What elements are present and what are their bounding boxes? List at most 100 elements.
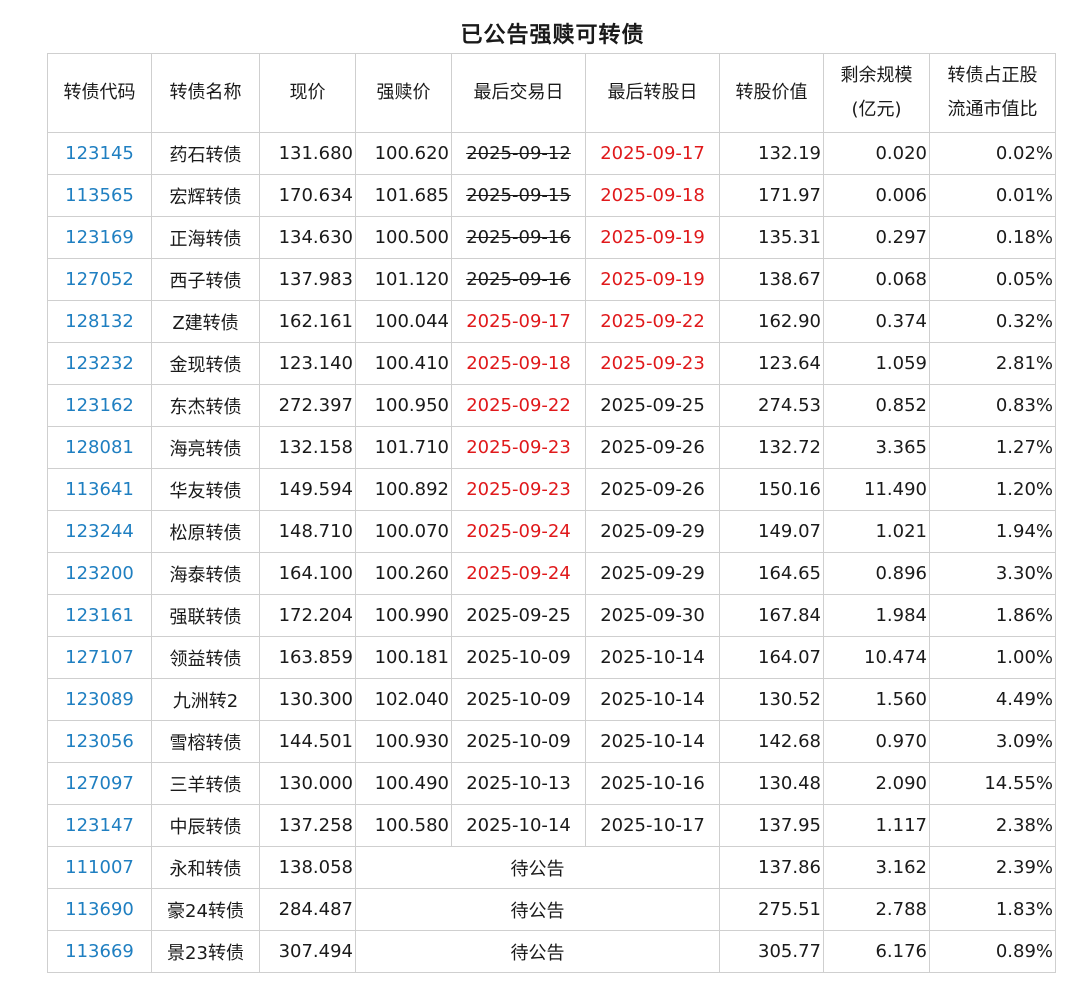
table-row[interactable]: 128132 Z建转债 162.161 100.044 2025-09-17 2025-0… [47,300,1056,343]
table-row[interactable]: 123147 中辰转债 137.258 100.580 2025-10-14 2025-1… [47,804,1056,847]
col-header-price[interactable]: 现价 [259,53,356,133]
col-header-label: 最后转股日 [607,82,698,103]
col-header-redeem-price[interactable]: 强赎价 [355,53,452,133]
bond-name: 金现转债 [151,342,260,385]
table-row[interactable]: 127107 领益转债 163.859 100.181 2025-10-09 2025-1… [47,636,1056,679]
table-row[interactable]: 123161 强联转债 172.204 100.990 2025-09-25 2025-0… [47,594,1056,637]
col-header-float-ratio[interactable]: 转债占正股 流通市值比 [929,53,1056,133]
bond-name: 海亮转债 [151,426,260,469]
last-convert-date: 2025-09-17 [585,132,720,175]
bond-name: 华友转债 [151,468,260,511]
table-row[interactable]: 127097 三羊转债 130.000 100.490 2025-10-13 2025-1… [47,762,1056,805]
col-header-label: 转债名称 [169,82,242,103]
col-header-name[interactable]: 转债名称 [151,53,260,133]
conversion-value: 274.53 [719,384,824,427]
bond-code-link[interactable]: 123089 [47,678,152,721]
col-header-last-convert-date[interactable]: 最后转股日 [585,53,720,133]
remaining-size: 2.788 [823,888,930,931]
current-price: 144.501 [259,720,356,763]
table-row[interactable]: 123089 九洲转2 130.300 102.040 2025-10-09 2025-1… [47,678,1056,721]
page-title: 已公告强赎可转债 [460,23,645,48]
bond-code-link[interactable]: 123147 [47,804,152,847]
bond-code-link[interactable]: 113669 [47,930,152,973]
bond-code-link[interactable]: 123232 [47,342,152,385]
conversion-value: 164.07 [719,636,824,679]
conversion-value: 132.72 [719,426,824,469]
last-trade-date: 2025-09-24 [451,552,586,595]
float-ratio: 4.49% [929,678,1056,721]
table-row[interactable]: 113641 华友转债 149.594 100.892 2025-09-23 2025-0… [47,468,1056,511]
current-price: 149.594 [259,468,356,511]
bond-code-link[interactable]: 113565 [47,174,152,217]
bond-code-link[interactable]: 123200 [47,552,152,595]
table-row[interactable]: 128081 海亮转债 132.158 101.710 2025-09-23 2025-0… [47,426,1056,469]
table-row[interactable]: 111007 永和转债 138.058 待公告 137.86 3.162 2.39% [47,846,1056,889]
redeem-price: 100.892 [355,468,452,511]
float-ratio: 2.81% [929,342,1056,385]
bond-code-link[interactable]: 128081 [47,426,152,469]
bond-code-link[interactable]: 123162 [47,384,152,427]
table-row[interactable]: 113669 景23转债 307.494 待公告 305.77 6.176 0.89% [47,930,1056,973]
table-row[interactable]: 123169 正海转债 134.630 100.500 2025-09-16 2025-0… [47,216,1056,259]
conversion-value: 137.86 [719,846,824,889]
last-trade-date: 2025-10-13 [451,762,586,805]
remaining-size: 1.117 [823,804,930,847]
bond-code-link[interactable]: 111007 [47,846,152,889]
bond-code-link[interactable]: 128132 [47,300,152,343]
bond-code-link[interactable]: 123145 [47,132,152,175]
col-header-conversion-value[interactable]: 转股价值 [719,53,824,133]
table-row[interactable]: 123056 雪榕转债 144.501 100.930 2025-10-09 2025-1… [47,720,1056,763]
current-price: 284.487 [259,888,356,931]
bond-code-link[interactable]: 127097 [47,762,152,805]
float-ratio: 1.00% [929,636,1056,679]
float-ratio: 0.02% [929,132,1056,175]
current-price: 164.100 [259,552,356,595]
bond-code-link[interactable]: 127052 [47,258,152,301]
bond-code-link[interactable]: 123244 [47,510,152,553]
bond-name: 正海转债 [151,216,260,259]
conversion-value: 123.64 [719,342,824,385]
col-header-last-trade-date[interactable]: 最后交易日 [451,53,586,133]
conversion-value: 137.95 [719,804,824,847]
table-row[interactable]: 123145 药石转债 131.680 100.620 2025-09-12 2025-0… [47,132,1056,175]
bond-name: Z建转债 [151,300,260,343]
current-price: 148.710 [259,510,356,553]
bond-code-link[interactable]: 123056 [47,720,152,763]
table-row[interactable]: 113565 宏辉转债 170.634 101.685 2025-09-15 2025-0… [47,174,1056,217]
current-price: 163.859 [259,636,356,679]
current-price: 131.680 [259,132,356,175]
last-convert-date: 2025-09-30 [585,594,720,637]
table-row[interactable]: 123244 松原转债 148.710 100.070 2025-09-24 2025-0… [47,510,1056,553]
remaining-size: 6.176 [823,930,930,973]
bond-code-link[interactable]: 123169 [47,216,152,259]
last-trade-date: 2025-10-14 [451,804,586,847]
bond-code-link[interactable]: 127107 [47,636,152,679]
current-price: 272.397 [259,384,356,427]
redeem-price: 100.070 [355,510,452,553]
redeem-price: 100.990 [355,594,452,637]
table-body: 123145 药石转债 131.680 100.620 2025-09-12 2025-0… [47,132,1056,973]
conversion-value: 150.16 [719,468,824,511]
bond-code-link[interactable]: 123161 [47,594,152,637]
last-convert-date: 2025-09-29 [585,552,720,595]
remaining-size: 0.852 [823,384,930,427]
remaining-size: 10.474 [823,636,930,679]
redeem-price: 100.181 [355,636,452,679]
table-row[interactable]: 127052 西子转债 137.983 101.120 2025-09-16 2025-0… [47,258,1056,301]
col-header-label: 现价 [289,82,326,103]
table-row[interactable]: 123200 海泰转债 164.100 100.260 2025-09-24 2025-0… [47,552,1056,595]
table-row[interactable]: 123232 金现转债 123.140 100.410 2025-09-18 2025-0… [47,342,1056,385]
last-trade-date: 2025-10-09 [451,636,586,679]
redeem-price: 100.260 [355,552,452,595]
conversion-value: 275.51 [719,888,824,931]
remaining-size: 0.068 [823,258,930,301]
col-header-code[interactable]: 转债代码 [47,53,152,133]
bond-code-link[interactable]: 113641 [47,468,152,511]
bond-name: 景23转债 [151,930,260,973]
table-row[interactable]: 123162 东杰转债 272.397 100.950 2025-09-22 2025-0… [47,384,1056,427]
table-row[interactable]: 113690 豪24转债 284.487 待公告 275.51 2.788 1.83% [47,888,1056,931]
bond-code-link[interactable]: 113690 [47,888,152,931]
col-header-remaining-size[interactable]: 剩余规模 (亿元) [823,53,930,133]
bond-name: 雪榕转债 [151,720,260,763]
conversion-value: 135.31 [719,216,824,259]
